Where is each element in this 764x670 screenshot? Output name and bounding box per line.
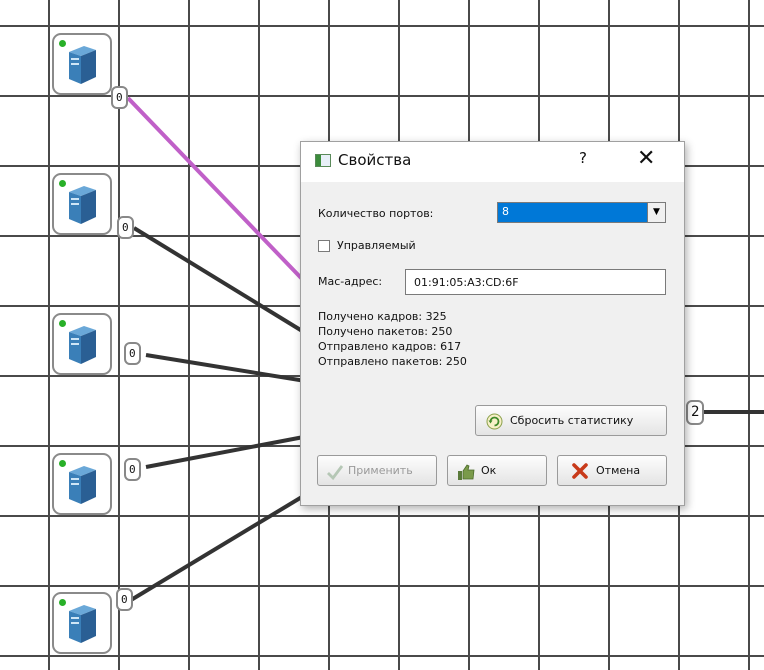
computer-node[interactable] bbox=[52, 33, 112, 95]
port-label[interactable]: 0 bbox=[124, 342, 141, 365]
status-led bbox=[59, 599, 66, 606]
dialog-title: Свойства bbox=[338, 151, 412, 169]
stat-line: Отправлено пакетов: 250 bbox=[318, 355, 467, 368]
apply-button[interactable]: Применить bbox=[317, 455, 437, 486]
stat-line: Получено кадров: 325 bbox=[318, 310, 447, 323]
status-led bbox=[59, 460, 66, 467]
status-led bbox=[59, 320, 66, 327]
mac-address-label: Mac-адрес: bbox=[318, 275, 383, 288]
cross-icon bbox=[572, 463, 588, 479]
reset-statistics-button[interactable]: Сбросить статистику bbox=[475, 405, 667, 436]
ports-count-select[interactable]: 8 ▼ bbox=[497, 202, 666, 223]
properties-dialog: Свойства ? ✕ Количество портов: 8 ▼ Упра… bbox=[300, 141, 685, 506]
stat-line: Отправлено кадров: 617 bbox=[318, 340, 462, 353]
computer-tower-icon bbox=[69, 46, 96, 84]
computer-tower-icon bbox=[69, 326, 96, 364]
ports-count-value: 8 bbox=[502, 205, 509, 218]
status-led bbox=[59, 180, 66, 187]
computer-tower-icon bbox=[69, 466, 96, 504]
refresh-icon bbox=[486, 413, 503, 430]
switch-port-label[interactable]: 2 bbox=[686, 400, 705, 425]
window-icon bbox=[315, 154, 331, 167]
cancel-label: Отмена bbox=[596, 464, 641, 477]
ok-label: Ок bbox=[481, 464, 497, 477]
cancel-button[interactable]: Отмена bbox=[557, 455, 667, 486]
dialog-titlebar[interactable]: Свойства ? ✕ bbox=[301, 142, 684, 182]
apply-label: Применить bbox=[348, 464, 413, 477]
port-label[interactable]: 0 bbox=[124, 458, 141, 481]
status-led bbox=[59, 40, 66, 47]
close-icon[interactable]: ✕ bbox=[637, 146, 655, 171]
checkmark-icon bbox=[327, 465, 344, 481]
computer-node[interactable] bbox=[52, 453, 112, 515]
help-button[interactable]: ? bbox=[579, 149, 587, 167]
port-label[interactable]: 0 bbox=[117, 216, 134, 239]
port-label[interactable]: 0 bbox=[116, 588, 133, 611]
ports-count-label: Количество портов: bbox=[318, 207, 434, 220]
managed-label: Управляемый bbox=[337, 239, 416, 252]
computer-tower-icon bbox=[69, 186, 96, 224]
statistics-block: Получено кадров: 325 Получено пакетов: 2… bbox=[318, 309, 467, 369]
chevron-down-icon[interactable]: ▼ bbox=[647, 203, 665, 222]
computer-node[interactable] bbox=[52, 592, 112, 654]
managed-checkbox[interactable] bbox=[318, 240, 330, 252]
mac-address-input[interactable] bbox=[405, 269, 666, 295]
ok-button[interactable]: Ок bbox=[447, 455, 547, 486]
reset-statistics-label: Сбросить статистику bbox=[510, 414, 634, 427]
stat-line: Получено пакетов: 250 bbox=[318, 325, 453, 338]
computer-node[interactable] bbox=[52, 313, 112, 375]
computer-tower-icon bbox=[69, 605, 96, 643]
port-label[interactable]: 0 bbox=[111, 86, 128, 109]
thumb-up-icon bbox=[458, 464, 475, 480]
computer-node[interactable] bbox=[52, 173, 112, 235]
